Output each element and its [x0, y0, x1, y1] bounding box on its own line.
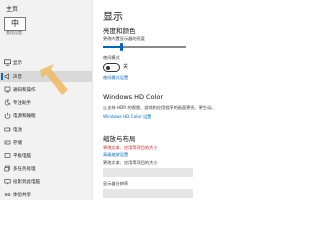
- power-icon: [4, 112, 11, 119]
- toggle-knob: [105, 65, 110, 70]
- main-content: 显示 亮度和颜色 更改内置显示器的亮度 夜间模式 关 夜间模式设置 Window…: [93, 0, 320, 200]
- sidebar-item-battery[interactable]: 电池: [0, 124, 92, 135]
- sidebar-item-label: 多任务处理: [13, 166, 36, 172]
- resolution-dropdown[interactable]: [103, 189, 193, 198]
- brightness-slider[interactable]: [103, 43, 186, 51]
- sidebar-item-label: 体验共享: [13, 192, 31, 198]
- sidebar-item-power[interactable]: 电源和睡眠: [0, 110, 92, 121]
- tablet-icon: [4, 152, 11, 159]
- advanced-scaling-link[interactable]: 高级缩放设置: [103, 152, 128, 158]
- hdr-settings-link[interactable]: Windows HD Color 设置: [103, 114, 151, 120]
- sidebar-item-label: 平板电脑: [13, 153, 31, 159]
- brightness-section-heading: 亮度和颜色: [103, 27, 136, 35]
- multitask-icon: [4, 165, 11, 172]
- moon-icon: [4, 99, 11, 106]
- project-icon: [4, 178, 11, 185]
- night-light-toggle[interactable]: [103, 63, 120, 72]
- scale-section-heading: 缩放与布局: [103, 135, 136, 143]
- battery-icon: [4, 126, 11, 133]
- sidebar-item-multitasking[interactable]: 多任务处理: [0, 163, 92, 174]
- notification-icon: [4, 86, 11, 93]
- pointer-arrow-icon: [40, 64, 68, 95]
- night-light-settings-link[interactable]: 夜间模式设置: [103, 75, 128, 81]
- sidebar-item-label: 投影到此电脑: [13, 179, 40, 185]
- sidebar-item-focus[interactable]: 专注助手: [0, 97, 92, 108]
- search-input[interactable]: 中: [4, 17, 26, 31]
- scale-dropdown[interactable]: [103, 168, 193, 177]
- search-caption: 查找设置: [6, 30, 22, 35]
- sidebar-item-label: 声音: [13, 74, 22, 80]
- night-light-label: 夜间模式: [103, 55, 120, 60]
- storage-icon: [4, 139, 11, 146]
- sidebar-item-label: 专注助手: [13, 100, 31, 106]
- sidebar-item-label: 电池: [13, 127, 22, 133]
- sidebar-item-label: 存储: [13, 140, 22, 146]
- scale-label: 更改文本、应用等项目的大小: [103, 160, 158, 165]
- scale-link-red[interactable]: 更改文本、应用等项目的大小: [103, 145, 157, 151]
- sidebar-item-tablet[interactable]: 平板电脑: [0, 150, 92, 161]
- hdr-description: 让支持 HDR 的视频、游戏和应用程序的画面更亮、更生动。: [103, 105, 216, 110]
- hdr-section-heading: Windows HD Color: [103, 93, 164, 101]
- sidebar-item-shared[interactable]: 体验共享: [0, 189, 92, 200]
- brightness-slider-fill: [103, 46, 122, 48]
- speaker-icon: [4, 73, 11, 80]
- sidebar: 主页 中 查找设置 显示 声音 通知和操作 专注助手 电源和睡眠 电池 存储 平…: [0, 0, 92, 200]
- sidebar-item-label: 通知和操作: [13, 87, 36, 93]
- sidebar-item-storage[interactable]: 存储: [0, 137, 92, 148]
- brightness-label: 更改内置显示器的亮度: [103, 36, 145, 41]
- sidebar-item-label: 显示: [13, 60, 22, 66]
- home-link[interactable]: 主页: [6, 4, 18, 13]
- night-light-state: 关: [123, 64, 129, 70]
- resolution-label: 显示器分辨率: [103, 181, 129, 186]
- brightness-slider-thumb[interactable]: [119, 43, 123, 51]
- sidebar-item-project[interactable]: 投影到此电脑: [0, 176, 92, 187]
- sidebar-item-label: 电源和睡眠: [13, 113, 36, 119]
- monitor-icon: [4, 59, 11, 66]
- page-title: 显示: [103, 12, 123, 23]
- share-icon: [4, 191, 11, 198]
